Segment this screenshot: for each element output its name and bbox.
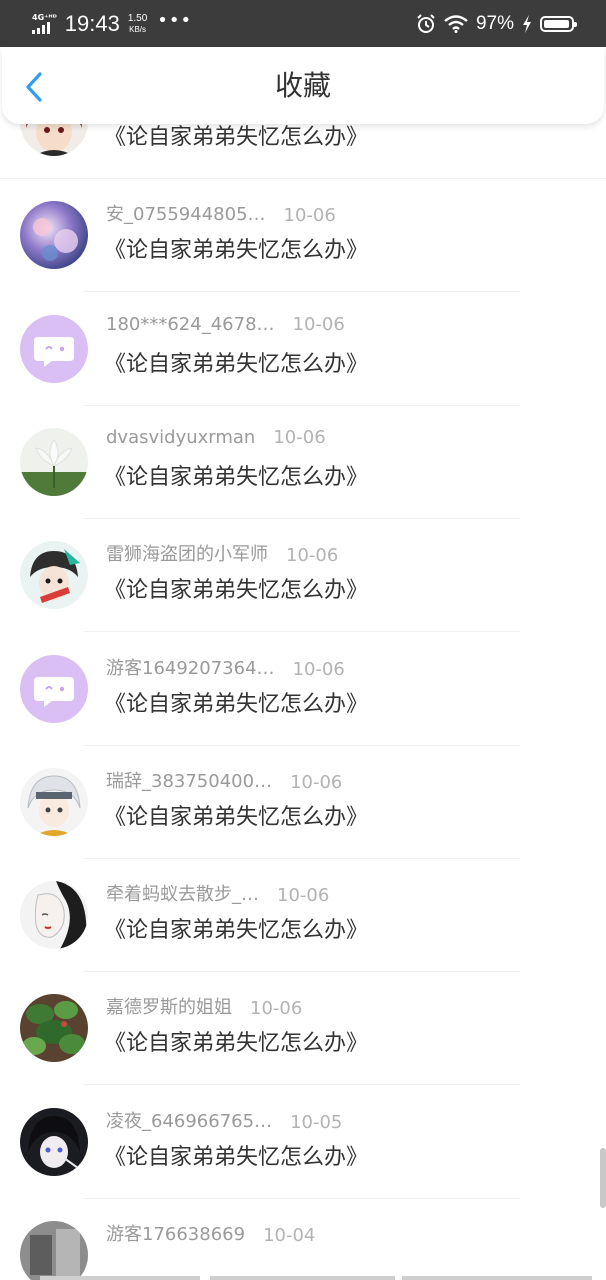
user-avatar[interactable] xyxy=(20,1107,88,1176)
item-date: 10-06 xyxy=(292,313,345,335)
nav-gesture-bar xyxy=(40,1276,200,1280)
wifi-icon xyxy=(444,14,468,33)
scrollbar[interactable] xyxy=(600,1148,606,1208)
favorite-item[interactable]: 嘉德罗斯的姐姐 10-06 《论自家弟弟失忆怎么办》 xyxy=(0,973,606,1086)
item-meta: 安_0755944805… 10-06 xyxy=(106,200,336,226)
row-divider xyxy=(84,291,520,293)
battery-percent: 97% xyxy=(475,12,514,34)
favorite-item[interactable]: 雷狮海盗团的小军师 10-06 《论自家弟弟失忆怎么办》 xyxy=(0,520,606,633)
user-avatar[interactable] xyxy=(20,201,88,270)
favorite-title[interactable]: 《论自家弟弟失忆怎么办》 xyxy=(104,686,368,718)
row-divider xyxy=(84,744,520,746)
user-name[interactable]: 瑞辞_383750400… xyxy=(106,767,272,793)
user-avatar[interactable] xyxy=(20,654,88,723)
nav-gesture-bar xyxy=(210,1276,395,1280)
favorite-item[interactable]: 安_0755944805… 10-06 《论自家弟弟失忆怎么办》 xyxy=(0,180,606,293)
favorite-title[interactable]: 《论自家弟弟失忆怎么办》 xyxy=(104,912,368,944)
item-date: 10-04 xyxy=(263,1225,316,1246)
item-date: 10-06 xyxy=(286,545,339,567)
user-avatar[interactable] xyxy=(20,767,88,836)
item-meta: 嘉德罗斯的姐姐 10-06 xyxy=(106,993,302,1019)
page-title: 收藏 xyxy=(274,69,331,102)
user-name[interactable]: 牵着蚂蚁去散步_… xyxy=(106,880,259,906)
user-avatar[interactable] xyxy=(20,994,88,1063)
item-date: 10-05 xyxy=(290,1111,343,1133)
charging-icon xyxy=(523,14,531,33)
favorite-item[interactable]: 180***624_4678… 10-06 《论自家弟弟失忆怎么办》 xyxy=(0,294,606,407)
row-divider xyxy=(84,971,520,973)
user-avatar[interactable] xyxy=(20,1221,88,1280)
signal-icon: 4G⁺ᴴᴰ xyxy=(32,13,57,34)
row-divider xyxy=(84,857,520,859)
favorite-item[interactable]: dvasvidyuxrman 10-06 《论自家弟弟失忆怎么办》 xyxy=(0,407,606,520)
item-meta: 凌夜_646966765… 10-05 xyxy=(106,1107,342,1133)
item-date: 10-06 xyxy=(277,885,330,907)
item-meta: 游客176638669 10-04 xyxy=(106,1220,315,1246)
favorite-item[interactable]: 牵着蚂蚁去散步_… 10-06 《论自家弟弟失忆怎么办》 xyxy=(0,860,606,973)
battery-icon xyxy=(540,15,577,32)
user-avatar[interactable] xyxy=(20,881,88,950)
user-name[interactable]: 游客176638669 xyxy=(106,1220,245,1246)
item-meta: 牵着蚂蚁去散步_… 10-06 xyxy=(106,880,329,906)
favorite-title[interactable]: 《论自家弟弟失忆怎么办》 xyxy=(104,1139,368,1171)
favorite-title[interactable]: 《论自家弟弟失忆怎么办》 xyxy=(104,232,368,264)
user-avatar[interactable] xyxy=(20,541,88,610)
user-name[interactable]: dvasvidyuxrman xyxy=(106,427,255,448)
status-time: 19:43 xyxy=(64,10,120,36)
row-divider xyxy=(84,517,520,519)
item-meta: 雷狮海盗团的小军师 10-06 xyxy=(106,540,338,566)
row-divider xyxy=(84,631,520,633)
status-bar: 4G⁺ᴴᴰ 19:43 1.50 KB/s ••• 97% xyxy=(0,0,606,47)
item-date: 10-06 xyxy=(283,205,336,227)
item-date: 10-06 xyxy=(273,426,326,448)
item-date: 10-06 xyxy=(292,658,345,680)
favorite-item[interactable]: 游客176638669 10-04 xyxy=(0,1200,606,1280)
row-divider xyxy=(84,1084,520,1086)
item-date: 10-06 xyxy=(250,998,303,1020)
item-date: 10-06 xyxy=(290,771,343,793)
favorite-item[interactable]: 游客1649207364… 10-06 《论自家弟弟失忆怎么办》 xyxy=(0,634,606,747)
nav-gesture-bar xyxy=(402,1276,592,1280)
row-divider xyxy=(84,1197,520,1199)
nav-header: 收藏 xyxy=(2,48,604,124)
user-avatar[interactable] xyxy=(20,427,88,496)
favorites-list: 荔枝先生10-06《论自家弟弟失忆怎么办》安_0755944805…10-06《… xyxy=(0,114,606,1280)
battery-level-fill xyxy=(544,19,569,28)
item-meta: 游客1649207364… 10-06 xyxy=(106,654,345,680)
favorite-item[interactable]: 瑞辞_383750400… 10-06 《论自家弟弟失忆怎么办》 xyxy=(0,747,606,860)
speed-unit: KB/s xyxy=(129,24,147,34)
favorite-title[interactable]: 《论自家弟弟失忆怎么办》 xyxy=(104,346,368,378)
speed-value: 1.50 xyxy=(127,12,148,24)
user-name[interactable]: 嘉德罗斯的姐姐 xyxy=(106,993,232,1019)
user-name[interactable]: 凌夜_646966765… xyxy=(106,1107,272,1133)
user-name[interactable]: 180***624_4678… xyxy=(106,314,275,335)
favorite-title[interactable]: 《论自家弟弟失忆怎么办》 xyxy=(104,1025,368,1057)
network-type: 4G⁺ᴴᴰ xyxy=(32,13,57,22)
user-name[interactable]: 安_0755944805… xyxy=(106,200,266,226)
user-avatar[interactable] xyxy=(20,314,88,383)
favorite-title[interactable]: 《论自家弟弟失忆怎么办》 xyxy=(104,799,368,831)
alarm-icon xyxy=(417,13,435,33)
row-divider xyxy=(84,404,520,406)
more-notifications-icon: ••• xyxy=(157,10,193,31)
row-divider xyxy=(0,178,606,179)
user-name[interactable]: 游客1649207364… xyxy=(106,654,275,680)
favorite-item[interactable]: 凌夜_646966765… 10-05 《论自家弟弟失忆怎么办》 xyxy=(0,1087,606,1200)
favorite-title[interactable]: 《论自家弟弟失忆怎么办》 xyxy=(104,459,368,491)
favorite-title[interactable]: 《论自家弟弟失忆怎么办》 xyxy=(104,572,368,604)
item-meta: dvasvidyuxrman 10-06 xyxy=(106,427,326,448)
item-meta: 瑞辞_383750400… 10-06 xyxy=(106,767,342,793)
item-meta: 180***624_4678… 10-06 xyxy=(106,314,345,335)
network-speed: 1.50 KB/s xyxy=(128,13,147,35)
user-name[interactable]: 雷狮海盗团的小军师 xyxy=(106,540,268,566)
